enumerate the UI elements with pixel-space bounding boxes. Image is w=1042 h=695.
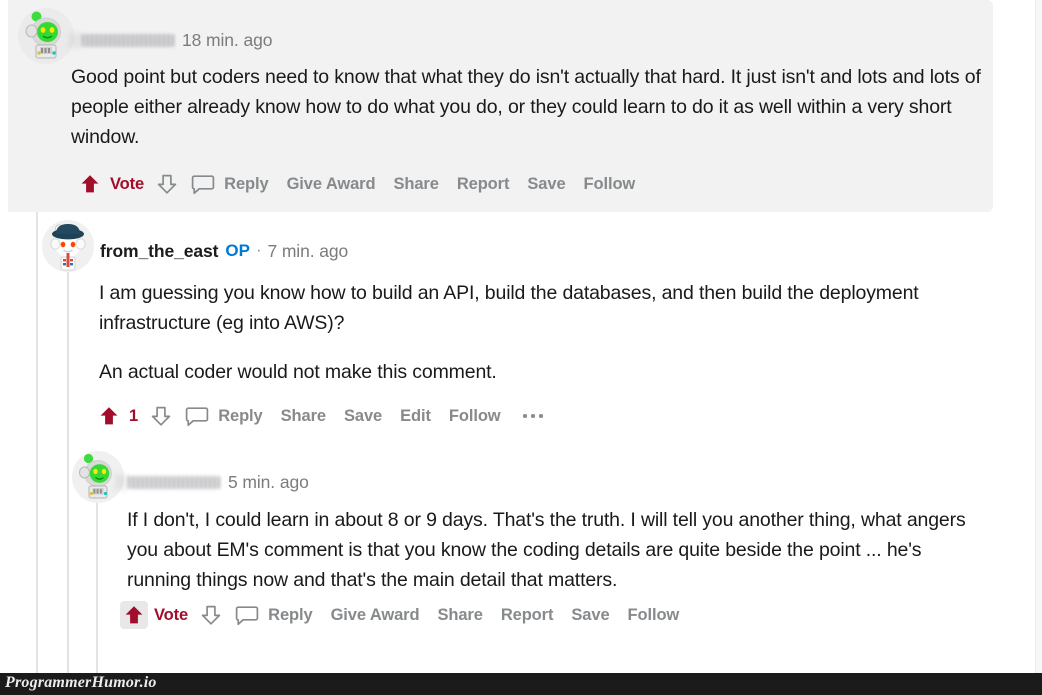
threadline-depth-1[interactable] <box>36 212 38 673</box>
downvote-arrow-icon <box>157 174 177 194</box>
downvote-button[interactable] <box>197 601 225 629</box>
action-report[interactable]: Report <box>457 175 510 194</box>
upvote-arrow-icon <box>100 407 118 425</box>
reply-bubble-icon[interactable] <box>183 403 211 429</box>
reddit-comment-thread-screenshot: 18 min. ago Good point but coders need t… <box>0 0 1042 695</box>
vote-label[interactable]: Vote <box>110 175 144 194</box>
overflow-menu-icon[interactable] <box>522 414 543 418</box>
comment-body: I am guessing you know how to build an A… <box>99 278 929 387</box>
username[interactable]: from_the_east <box>100 241 218 262</box>
action-reply[interactable]: Reply <box>224 175 269 194</box>
snoo-hat-navy-icon <box>42 220 94 272</box>
threadline-depth-2[interactable] <box>67 265 69 673</box>
username-redacted[interactable] <box>82 33 174 47</box>
downvote-arrow-icon <box>201 605 221 625</box>
downvote-button[interactable] <box>147 402 175 430</box>
comment-thread: 18 min. ago Good point but coders need t… <box>0 0 1035 673</box>
action-follow[interactable]: Follow <box>584 175 636 194</box>
action-save[interactable]: Save <box>527 175 565 194</box>
timestamp: 18 min. ago <box>182 29 273 50</box>
comment-1: 18 min. ago Good point but coders need t… <box>8 0 993 212</box>
action-edit[interactable]: Edit <box>400 407 431 426</box>
speech-bubble-icon <box>191 175 215 195</box>
username-redacted[interactable] <box>128 475 220 489</box>
watermark-label: ProgrammerHumor.io <box>5 674 157 691</box>
action-share[interactable]: Share <box>437 606 482 625</box>
comment-paragraph: I am guessing you know how to build an A… <box>99 282 919 334</box>
meta-separator: · <box>256 242 262 259</box>
action-reply[interactable]: Reply <box>268 606 313 625</box>
downvote-arrow-icon <box>151 406 171 426</box>
page-right-rail <box>1035 0 1042 673</box>
action-follow[interactable]: Follow <box>449 407 501 426</box>
comment-action-bar: 1 Reply Share Save Edit Follow <box>95 398 543 434</box>
upvote-button[interactable] <box>120 601 148 629</box>
action-give-award[interactable]: Give Award <box>331 606 420 625</box>
reply-bubble-icon[interactable] <box>233 602 261 628</box>
speech-bubble-icon <box>235 606 259 626</box>
timestamp: 7 min. ago <box>267 240 349 261</box>
action-save[interactable]: Save <box>344 407 382 426</box>
upvote-button[interactable] <box>76 170 104 198</box>
upvote-arrow-icon <box>125 606 143 624</box>
action-give-award[interactable]: Give Award <box>287 175 376 194</box>
avatar[interactable] <box>42 220 94 272</box>
action-share[interactable]: Share <box>393 175 438 194</box>
threadline-depth-3[interactable] <box>96 495 98 673</box>
speech-bubble-icon <box>185 407 209 427</box>
comment-action-bar: Vote Reply Give Award Share Report Save … <box>76 166 635 202</box>
reply-bubble-icon[interactable] <box>189 171 217 197</box>
upvote-button[interactable] <box>95 402 123 430</box>
comment-header: from_the_east OP · 7 min. ago <box>100 240 348 262</box>
action-follow[interactable]: Follow <box>628 606 680 625</box>
comment-action-bar: Vote Reply Give Award Share Report Save … <box>120 597 679 633</box>
downvote-button[interactable] <box>153 170 181 198</box>
snoo-astronaut-green-icon <box>18 8 74 64</box>
timestamp: 5 min. ago <box>228 471 309 492</box>
comment-paragraph: Good point but coders need to know that … <box>71 66 981 148</box>
upvote-arrow-icon <box>81 175 99 193</box>
op-badge: OP <box>225 241 251 260</box>
action-share[interactable]: Share <box>281 407 326 426</box>
action-reply[interactable]: Reply <box>218 407 263 426</box>
comment-paragraph: An actual coder would not make this comm… <box>99 361 497 383</box>
comment-header: 18 min. ago <box>82 29 272 51</box>
comment-header: 5 min. ago <box>128 471 309 493</box>
comment-body: If I don't, I could learn in about 8 or … <box>127 505 967 595</box>
action-save[interactable]: Save <box>571 606 609 625</box>
avatar[interactable] <box>18 8 74 64</box>
vote-label[interactable]: Vote <box>154 606 188 625</box>
action-report[interactable]: Report <box>501 606 554 625</box>
comment-paragraph: If I don't, I could learn in about 8 or … <box>127 509 966 591</box>
vote-score: 1 <box>129 406 139 425</box>
comment-body: Good point but coders need to know that … <box>71 62 986 152</box>
